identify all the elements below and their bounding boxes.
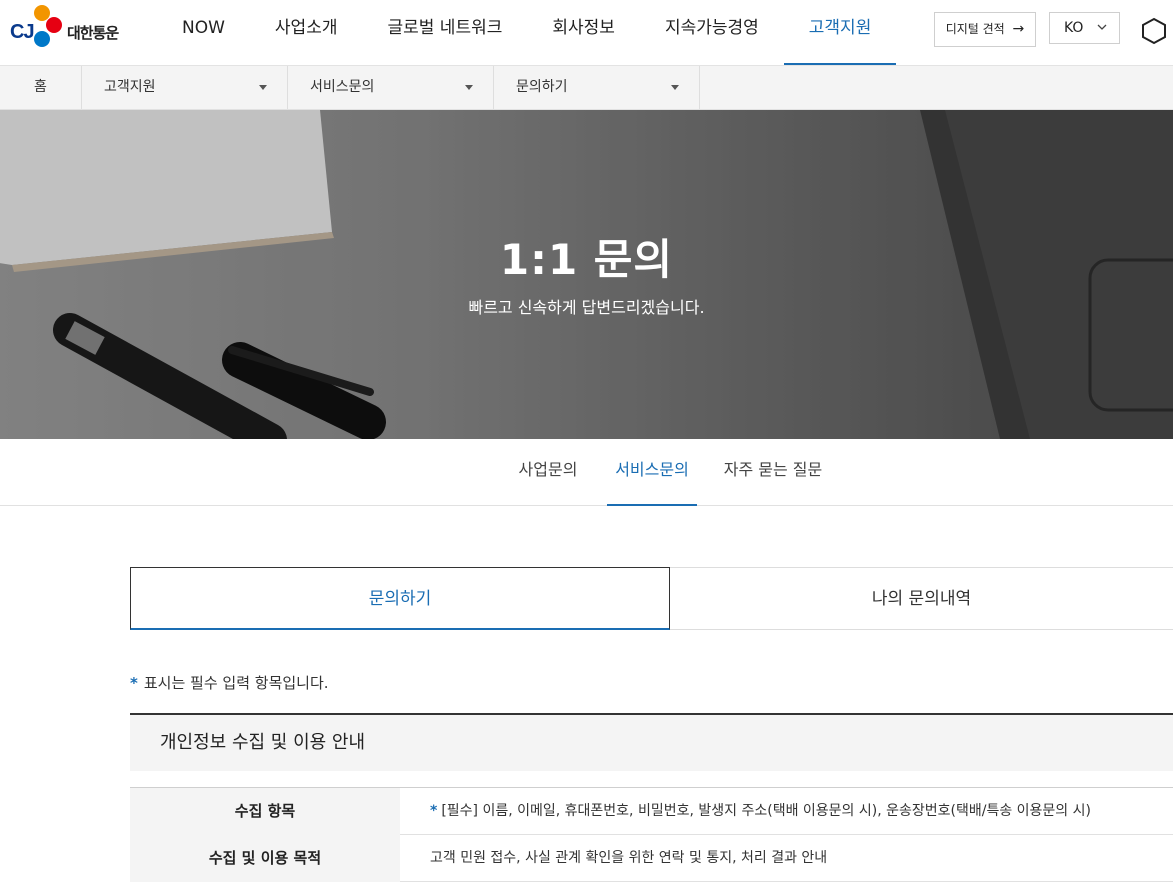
required-star: * [130,674,138,692]
privacy-row-value-text: [필수] 이름, 이메일, 휴대폰번호, 비밀번호, 발생지 주소(택배 이용문… [441,803,1091,819]
breadcrumb-home[interactable]: 홈 [0,66,82,109]
breadcrumb-inquire[interactable]: 문의하기 [494,66,700,109]
required-note-text: 표시는 필수 입력 항목입니다. [143,674,329,692]
tab-service-inquiry[interactable]: 서비스문의 [607,439,697,506]
tab-inquire[interactable]: 문의하기 [130,567,670,630]
logo-mark: CJ [10,21,35,43]
nav-item-now[interactable]: NOW [157,0,250,66]
hexagon-menu-icon[interactable] [1140,17,1168,45]
caret-down-icon [465,85,473,90]
privacy-row-label: 수집 및 이용 목적 [130,835,400,882]
page-title: 1:1 문의 [499,235,674,284]
privacy-row-value: * [필수] 이름, 이메일, 휴대폰번호, 비밀번호, 발생지 주소(택배 이용… [430,788,1091,835]
logo-petal-red-icon [46,17,62,33]
table-row: 수집 및 이용 목적 고객 민원 접수, 사실 관계 확인을 위한 연락 및 통… [130,835,1173,882]
language-select[interactable]: KO [1049,12,1120,44]
breadcrumb-label: 서비스문의 [310,79,375,95]
privacy-row-value: 고객 민원 접수, 사실 관계 확인을 위한 연락 및 통지, 처리 결과 안내 [430,835,827,882]
caret-down-icon [671,85,679,90]
chevron-down-icon [1097,24,1107,30]
site-header: CJ 대한통운 NOW 사업소개 글로벌 네트워크 회사정보 지속가능경영 고객… [0,0,1173,66]
nav-item-global-network[interactable]: 글로벌 네트워크 [362,0,527,66]
tab-faq[interactable]: 자주 묻는 질문 [720,439,826,505]
main-nav: NOW 사업소개 글로벌 네트워크 회사정보 지속가능경영 고객지원 [157,0,896,66]
tab-my-inquiries[interactable]: 나의 문의내역 [670,567,1173,630]
privacy-section-title: 개인정보 수집 및 이용 안내 [130,713,1173,771]
nav-item-sustainability[interactable]: 지속가능경영 [640,0,784,66]
breadcrumb: 홈 고객지원 서비스문의 문의하기 [0,66,1173,110]
arrow-right-icon: → [1012,21,1025,37]
page-subtitle: 빠르고 신속하게 답변드리겠습니다. [468,298,705,317]
breadcrumb-customer-support[interactable]: 고객지원 [82,66,288,109]
hero-banner: 1:1 문의 빠르고 신속하게 답변드리겠습니다. [0,110,1173,439]
breadcrumb-label: 고객지원 [104,79,156,95]
language-label: KO [1064,20,1084,36]
privacy-row-label: 수집 항목 [130,788,400,835]
caret-down-icon [259,85,267,90]
nav-item-company[interactable]: 회사정보 [527,0,640,66]
digital-estimate-label: 디지털 견적 [945,22,1005,36]
sub-tabs: 사업문의 서비스문의 자주 묻는 질문 [0,439,1173,506]
digital-estimate-button[interactable]: 디지털 견적 → [934,12,1036,47]
table-row: 수집 항목 * [필수] 이름, 이메일, 휴대폰번호, 비밀번호, 발생지 주소… [130,788,1173,835]
cj-logo[interactable]: CJ 대한통운 [10,5,130,53]
tab-business-inquiry[interactable]: 사업문의 [510,439,586,505]
privacy-table: 수집 항목 * [필수] 이름, 이메일, 휴대폰번호, 비밀번호, 발생지 주소… [130,787,1173,882]
logo-petal-blue-icon [34,31,50,47]
nav-item-business[interactable]: 사업소개 [250,0,363,66]
required-star: * [430,803,438,819]
nav-item-customer-support[interactable]: 고객지원 [783,0,897,66]
logo-text: 대한통운 [67,24,119,42]
required-note: * 표시는 필수 입력 항목입니다. [130,672,329,693]
privacy-row-value-text: 고객 민원 접수, 사실 관계 확인을 위한 연락 및 통지, 처리 결과 안내 [430,850,828,866]
breadcrumb-service-inquiry[interactable]: 서비스문의 [288,66,494,109]
breadcrumb-label: 문의하기 [516,79,568,95]
